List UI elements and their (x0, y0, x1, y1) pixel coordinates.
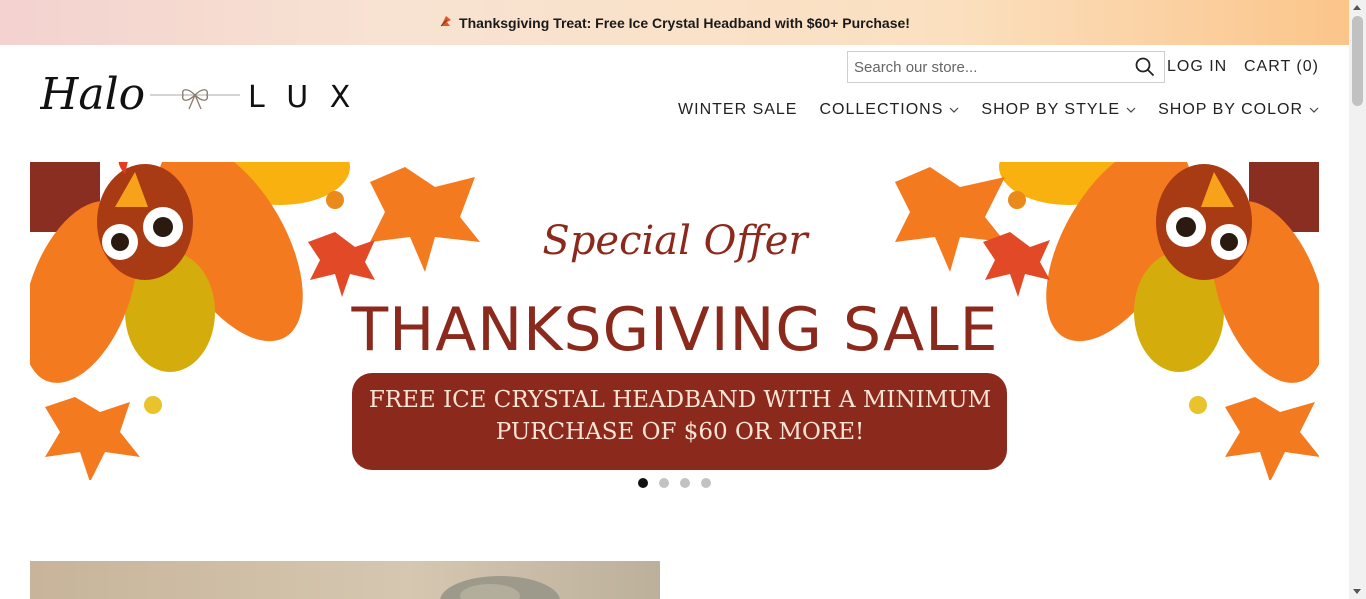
nav-item-label: SHOP BY COLOR (1158, 101, 1303, 118)
scroll-up-icon[interactable] (1353, 5, 1361, 10)
nav-item-label: WINTER SALE (678, 101, 798, 118)
carousel-dot[interactable] (701, 478, 711, 488)
main-nav: WINTER SALE COLLECTIONS SHOP BY STYLE SH… (678, 101, 1319, 119)
nav-item-label: COLLECTIONS (819, 101, 944, 118)
scrollbar-thumb[interactable] (1352, 16, 1363, 106)
chevron-down-icon (949, 107, 959, 113)
carousel-dot[interactable] (680, 478, 690, 488)
login-link[interactable]: LOG IN (1167, 58, 1227, 76)
nav-item-shop-by-style[interactable]: SHOP BY STYLE (981, 101, 1136, 119)
chevron-down-icon (1309, 107, 1319, 113)
chevron-down-icon (1126, 107, 1136, 113)
nav-item-label: SHOP BY STYLE (981, 101, 1121, 118)
autumn-leaf-icon (439, 14, 453, 31)
search-icon[interactable] (1132, 54, 1158, 80)
cart-link[interactable]: CART (0) (1244, 58, 1319, 76)
hero-headline: THANKSGIVING SALE (350, 295, 998, 365)
carousel-dot[interactable] (659, 478, 669, 488)
nav-item-shop-by-color[interactable]: SHOP BY COLOR (1158, 101, 1319, 119)
hero-offer-line1: FREE ICE CRYSTAL HEADBAND WITH A MINIMUM (369, 387, 991, 413)
page-scrollbar[interactable] (1349, 0, 1366, 599)
scroll-down-icon[interactable] (1353, 589, 1361, 594)
turkey-illustration-right (999, 162, 1319, 383)
search-input[interactable] (848, 53, 1132, 81)
hero-offer-line2: PURCHASE OF $60 OR MORE! (496, 419, 864, 445)
hero-banner[interactable]: Special Offer THANKSGIVING SALE FREE ICE… (30, 162, 1319, 480)
turkey-illustration-left (30, 162, 350, 383)
page: Thanksgiving Treat: Free Ice Crystal Hea… (0, 0, 1349, 599)
logo-script-text: Halo (40, 69, 145, 120)
announcement-bar[interactable]: Thanksgiving Treat: Free Ice Crystal Hea… (0, 0, 1349, 45)
carousel-dots (638, 478, 711, 488)
logo-luxe-text: L U X E (248, 80, 352, 115)
nav-item-collections[interactable]: COLLECTIONS (819, 101, 959, 119)
site-header: Halo L U X E LOG IN CART (0) WINTER SALE… (0, 45, 1349, 162)
halo-luxe-logo[interactable]: Halo L U X E (40, 57, 352, 127)
announcement-text: Thanksgiving Treat: Free Ice Crystal Hea… (459, 14, 910, 31)
search-box[interactable] (847, 51, 1165, 83)
carousel-dot[interactable] (638, 478, 648, 488)
featured-product-image[interactable] (30, 561, 660, 599)
nav-item-winter-sale[interactable]: WINTER SALE (678, 101, 797, 119)
bow-icon (181, 89, 209, 110)
hero-script-title: Special Offer (542, 218, 810, 264)
